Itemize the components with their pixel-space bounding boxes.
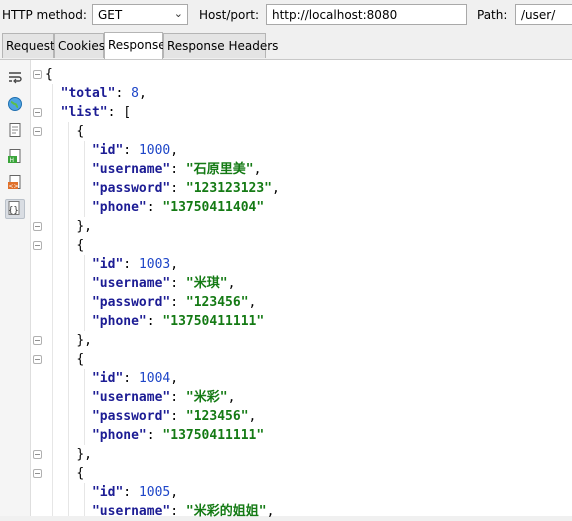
tab-request[interactable]: Request	[2, 33, 55, 58]
json-value-id: 1005	[138, 485, 171, 500]
code-line: "password": "123456",	[91, 295, 257, 310]
code-line: {	[76, 124, 85, 139]
document-icon[interactable]	[7, 122, 23, 138]
code-line: },	[76, 333, 92, 348]
tab-cookies-label: Cookies	[58, 39, 105, 53]
code-line: {	[76, 352, 85, 367]
code-line: "phone": "13750411111"	[91, 314, 265, 329]
fold-toggle[interactable]	[33, 336, 42, 345]
code-line: {	[45, 67, 53, 82]
tab-response-headers[interactable]: Response Headers	[163, 33, 278, 58]
json-value-phone: "13750411111"	[162, 428, 265, 443]
code-line: {	[76, 238, 85, 253]
json-key-phone: "phone"	[91, 428, 147, 443]
fold-toggle[interactable]	[33, 108, 42, 117]
json-key-username: "username"	[91, 390, 171, 405]
json-key-id: "id"	[91, 371, 124, 386]
path-value: /user/	[521, 8, 556, 22]
code-line: "phone": "13750411404"	[91, 200, 265, 215]
json-value-password: "123456"	[185, 409, 249, 424]
tab-response-label: Response	[108, 38, 166, 52]
code-line: "password": "123123123",	[91, 181, 280, 196]
json-key-username: "username"	[91, 162, 171, 177]
json-key-password: "password"	[91, 295, 171, 310]
json-value-phone: "13750411111"	[162, 314, 265, 329]
http-method-value: GET	[98, 8, 123, 22]
json-value-username: "米琪"	[185, 276, 228, 291]
json-value-username: "石原里美"	[185, 162, 254, 177]
json-key-id: "id"	[91, 143, 124, 158]
fold-toggle[interactable]	[33, 222, 42, 231]
json-value-id: 1000	[138, 143, 171, 158]
json-value-username: "米彩的姐姐"	[185, 504, 267, 519]
code-line: "id": 1003,	[91, 257, 179, 272]
tab-response[interactable]: Response	[104, 32, 166, 59]
json-key-total: "total"	[60, 86, 116, 101]
wrap-icon[interactable]	[7, 70, 23, 86]
tab-request-label: Request	[6, 39, 55, 53]
host-port-input[interactable]: http://localhost:8080	[266, 4, 467, 25]
json-key-id: "id"	[91, 485, 124, 500]
path-label: Path:	[477, 8, 508, 22]
code-line: "username": "米琪",	[91, 276, 236, 291]
json-key-phone: "phone"	[91, 314, 147, 329]
tab-response-headers-label: Response Headers	[167, 39, 279, 53]
host-port-value: http://localhost:8080	[272, 8, 398, 22]
code-line: "list": [	[60, 105, 132, 120]
globe-icon[interactable]	[7, 96, 23, 112]
view-toolbar: H <> {}	[0, 60, 31, 516]
code-line: },	[76, 219, 92, 234]
json-response-body[interactable]: { "total": 8, "list": [ { "id": 1000, "u…	[45, 65, 280, 521]
code-line: "username": "米彩的姐姐",	[91, 504, 275, 519]
code-line: {	[76, 466, 85, 481]
code-line: "id": 1004,	[91, 371, 179, 386]
path-input[interactable]: /user/	[515, 4, 572, 25]
json-key-username: "username"	[91, 276, 171, 291]
json-value-password: "123456"	[185, 295, 249, 310]
json-icon[interactable]: {}	[5, 199, 25, 219]
code-line: "total": 8,	[60, 86, 147, 101]
code-line: "phone": "13750411111"	[91, 428, 265, 443]
fold-toggle[interactable]	[33, 127, 42, 136]
json-key-phone: "phone"	[91, 200, 147, 215]
json-value-id: 1003	[138, 257, 171, 272]
code-line: "id": 1005,	[91, 485, 179, 500]
json-key-password: "password"	[91, 181, 171, 196]
http-method-label: HTTP method:	[2, 8, 87, 22]
fold-toggle[interactable]	[33, 241, 42, 250]
json-key-username: "username"	[91, 504, 171, 519]
fold-toggle[interactable]	[33, 469, 42, 478]
code-line: },	[76, 447, 92, 462]
json-value-total: 8	[131, 86, 139, 101]
fold-toggle[interactable]	[33, 355, 42, 364]
request-bar: HTTP method: GET ⌄ Host/port: http://loc…	[0, 0, 572, 30]
code-line: "id": 1000,	[91, 143, 179, 158]
response-editor: H <> {} { "total": 8, "list": [ {"id": …	[0, 60, 572, 519]
chevron-down-icon: ⌄	[173, 7, 183, 20]
code-line: "username": "石原里美",	[91, 162, 262, 177]
json-value-id: 1004	[138, 371, 171, 386]
svg-text:<>: <>	[9, 183, 19, 190]
response-tabs: Request Cookies Response Response Header…	[0, 31, 572, 60]
json-value-username: "米彩"	[185, 390, 228, 405]
svg-text:H: H	[10, 157, 15, 164]
xml-icon[interactable]: <>	[7, 174, 23, 190]
html-icon[interactable]: H	[7, 148, 23, 164]
tab-cookies[interactable]: Cookies	[54, 33, 105, 58]
json-value-phone: "13750411404"	[162, 200, 265, 215]
code-line: "password": "123456",	[91, 409, 257, 424]
json-key-password: "password"	[91, 409, 171, 424]
code-line: "username": "米彩",	[91, 390, 236, 405]
json-value-password: "123123123"	[185, 181, 272, 196]
json-key-id: "id"	[91, 257, 124, 272]
host-port-label: Host/port:	[199, 8, 260, 22]
fold-toggle[interactable]	[33, 70, 42, 79]
fold-gutter	[31, 60, 45, 516]
http-method-select[interactable]: GET ⌄	[92, 4, 188, 25]
svg-text:{}: {}	[8, 206, 19, 216]
json-key-list: "list"	[60, 105, 108, 120]
fold-toggle[interactable]	[33, 450, 42, 459]
